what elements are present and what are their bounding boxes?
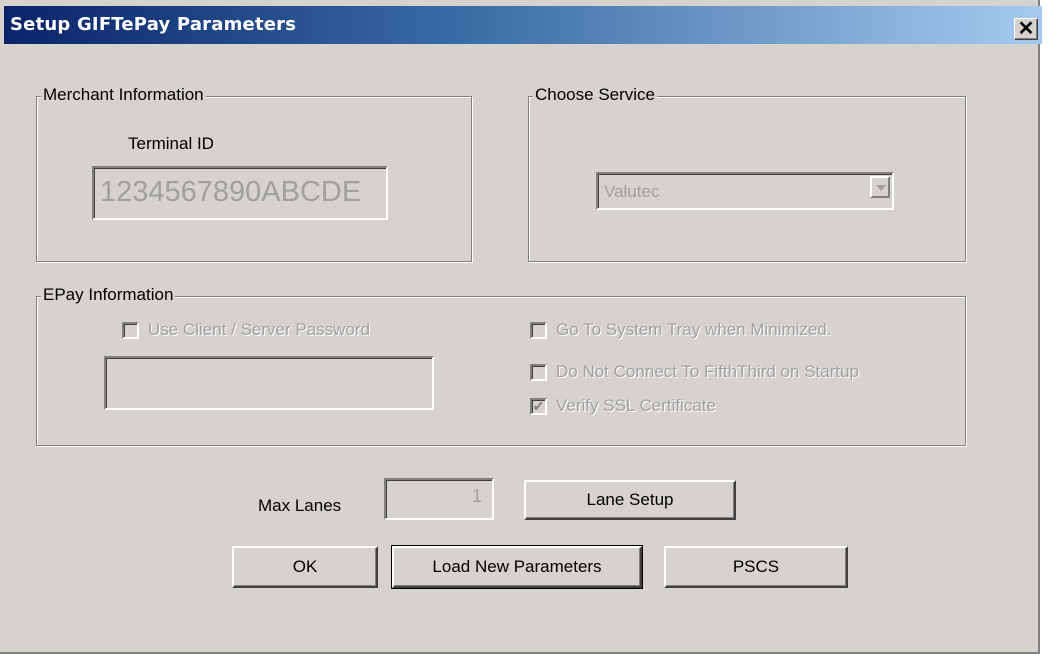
max-lanes-label: Max Lanes <box>258 496 342 515</box>
title-bar[interactable]: Setup GIFTePay Parameters ✕ <box>4 6 1042 44</box>
no-connect-checkbox[interactable] <box>530 364 547 381</box>
lane-setup-label: Lane Setup <box>586 490 674 509</box>
terminal-id-label: Terminal ID <box>128 134 214 153</box>
chevron-down-icon[interactable] <box>870 176 890 198</box>
load-new-parameters-button[interactable]: Load New Parameters <box>391 545 643 589</box>
choose-service-legend: Choose Service <box>533 85 658 105</box>
epay-information-legend: EPay Information <box>41 285 176 305</box>
close-icon: ✕ <box>1017 18 1035 40</box>
system-tray-checkbox[interactable] <box>530 322 547 339</box>
password-field[interactable] <box>104 356 434 410</box>
service-dropdown[interactable]: Valutec <box>596 172 894 210</box>
pscs-label: PSCS <box>732 557 780 576</box>
dialog-window: Setup GIFTePay Parameters ✕ Merchant Inf… <box>0 0 1042 654</box>
merchant-information-legend: Merchant Information <box>41 85 206 105</box>
verify-ssl-label: Verify SSL Certificate <box>556 396 716 415</box>
checkmark-icon: ✔ <box>532 398 545 414</box>
window-title: Setup GIFTePay Parameters <box>10 14 297 35</box>
system-tray-label: Go To System Tray when Minimized. <box>556 320 832 339</box>
ok-label: OK <box>292 557 318 576</box>
service-selected-value: Valutec <box>604 182 660 201</box>
max-lanes-field[interactable]: 1 <box>384 478 494 520</box>
load-new-parameters-label: Load New Parameters <box>432 557 602 576</box>
verify-ssl-checkbox[interactable]: ✔ <box>530 398 547 415</box>
no-connect-label: Do Not Connect To FifthThird on Startup <box>556 362 860 381</box>
close-button[interactable]: ✕ <box>1014 18 1038 40</box>
terminal-id-value: 1234567890ABCDE <box>100 176 362 208</box>
terminal-id-field[interactable]: 1234567890ABCDE <box>92 166 388 220</box>
ok-button[interactable]: OK <box>232 546 378 588</box>
use-password-label: Use Client / Server Password <box>148 320 371 339</box>
pscs-button[interactable]: PSCS <box>664 546 848 588</box>
max-lanes-value: 1 <box>471 486 482 506</box>
lane-setup-button[interactable]: Lane Setup <box>524 480 736 520</box>
use-password-checkbox[interactable] <box>122 322 139 339</box>
